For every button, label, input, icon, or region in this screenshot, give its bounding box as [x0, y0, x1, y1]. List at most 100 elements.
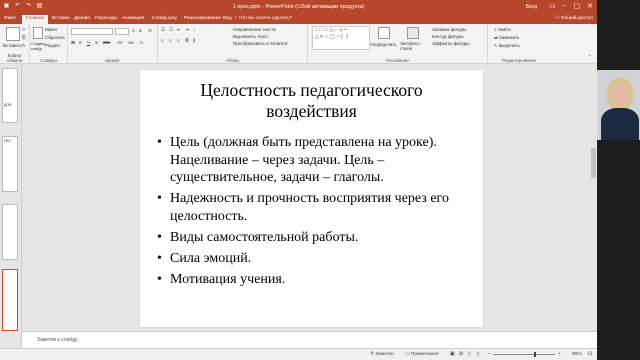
underline-icon[interactable]: Ч: [87, 40, 90, 45]
tab-file[interactable]: Файл: [4, 16, 16, 21]
slide-sorter-icon[interactable]: ⊞: [459, 352, 463, 357]
notes-toggle-button[interactable]: ≜ Заметки: [370, 352, 394, 357]
font-name-select[interactable]: [71, 28, 113, 35]
justify-icon[interactable]: ≣: [185, 38, 189, 44]
paste-icon[interactable]: [6, 27, 20, 41]
copy-icon[interactable]: ⎘: [22, 35, 26, 40]
align-center-icon[interactable]: ≡: [169, 38, 172, 43]
select-button[interactable]: ↖ Выделить: [494, 43, 520, 49]
title-bar: ▣ ↶ ↷ ▤ 1 през.pptx - PowerPoint (Сбой а…: [0, 0, 597, 14]
minimize-icon[interactable]: –: [563, 2, 567, 10]
find-button[interactable]: ⌕ Найти: [494, 27, 511, 32]
tab-animations[interactable]: Анимация: [122, 16, 145, 21]
reading-view-icon[interactable]: ▯: [468, 352, 471, 357]
arrange-button[interactable]: Упорядочить: [370, 42, 397, 47]
current-slide[interactable]: Целостность педагогического воздействия …: [140, 70, 483, 327]
clear-format-icon[interactable]: A̸: [148, 28, 151, 33]
share-button[interactable]: ⚇ Общий доступ: [555, 16, 593, 21]
share-area: ⚇ Общий доступ: [555, 16, 593, 21]
shadow-icon[interactable]: S: [95, 40, 98, 45]
bold-icon[interactable]: Ж: [71, 40, 75, 45]
shape-effects-button[interactable]: Эффекты фигуры: [432, 41, 470, 46]
comments-label: Примечания: [410, 352, 439, 357]
tab-slideshow[interactable]: Слайд-шоу: [152, 16, 177, 21]
arrange-icon[interactable]: [378, 27, 390, 39]
notes-pane[interactable]: Заметки к слайду: [22, 331, 597, 348]
zoom-in-icon[interactable]: +: [558, 352, 561, 357]
ribbon-home: Вставить ✂ ⎘ ✎ Буфер обмена Создать слай…: [0, 24, 597, 64]
columns-icon[interactable]: ⫼: [193, 38, 195, 43]
tab-design[interactable]: Дизайн: [74, 16, 90, 21]
slide-bullet-list[interactable]: Цель (должная быть представлена на уроке…: [157, 134, 467, 292]
align-text-button[interactable]: Выровнять текст: [233, 34, 268, 39]
slide-thumbnail[interactable]: [2, 204, 18, 260]
cut-icon[interactable]: ✂: [22, 27, 26, 33]
thumbnail-text: ПЕС: [4, 139, 12, 143]
ribbon-display-icon[interactable]: ▭: [549, 2, 556, 10]
quick-styles-button[interactable]: Экспресс-стили: [400, 41, 426, 52]
new-slide-button[interactable]: Создать слайд: [31, 42, 45, 51]
webcam-overlay: [597, 0, 640, 360]
tab-transitions[interactable]: Переходы: [95, 16, 118, 21]
new-slide-icon[interactable]: [33, 27, 43, 39]
slide-thumbnail-active[interactable]: [2, 269, 18, 331]
tab-home[interactable]: Главная: [22, 15, 49, 24]
tell-me-search[interactable]: ♀ Что вы хотите сделать?: [234, 16, 292, 21]
collapse-ribbon-icon[interactable]: ⌃: [588, 54, 592, 60]
replace-label: Заменить: [499, 35, 520, 40]
slide-thumbnail[interactable]: ПЕС: [2, 136, 18, 192]
reset-button[interactable]: Сбросить: [45, 35, 65, 40]
bullet-item: Мотивация учения.: [157, 271, 467, 289]
slideshow-view-icon[interactable]: ▷: [477, 352, 481, 357]
window-title: 1 през.pptx - PowerPoint (Сбой активации…: [232, 4, 365, 10]
shrink-font-icon[interactable]: a: [139, 28, 142, 33]
line-spacing-icon[interactable]: ↕: [193, 27, 195, 32]
format-painter-icon[interactable]: ✎: [22, 43, 26, 49]
decrease-indent-icon[interactable]: ⇤: [177, 27, 181, 33]
shape-outline-button[interactable]: Контур фигуры: [432, 34, 463, 39]
drawing-group: ▭○▱△⌐↘⇨ △⟡☆◯⌒{ } Упорядочить Экспресс-сти…: [308, 24, 488, 64]
vertical-scrollbar[interactable]: [590, 64, 597, 331]
fit-slide-icon[interactable]: ⊡: [588, 352, 592, 357]
shape-fill-button[interactable]: Заливка фигуры: [432, 27, 466, 32]
normal-view-icon[interactable]: ▣: [450, 352, 455, 357]
tab-insert[interactable]: Вставка: [52, 16, 70, 21]
shapes-gallery[interactable]: ▭○▱△⌐↘⇨ △⟡☆◯⌒{ }: [312, 26, 370, 50]
notes-placeholder: Заметки к слайду: [37, 337, 78, 343]
login-link[interactable]: Вход: [526, 4, 537, 10]
bullets-icon[interactable]: ☰: [161, 27, 165, 33]
section-button[interactable]: Раздел: [45, 43, 60, 48]
zoom-slider[interactable]: [493, 354, 555, 355]
clipboard-group: Вставить ✂ ⎘ ✎ Буфер обмена: [0, 24, 30, 64]
numbering-icon[interactable]: ☷: [169, 27, 173, 33]
layout-button[interactable]: Макет: [45, 27, 58, 32]
replace-button[interactable]: ⇄ Заменить: [494, 35, 519, 41]
close-icon[interactable]: ✕: [587, 2, 593, 10]
slide-title[interactable]: Целостность педагогического воздействия: [160, 80, 463, 122]
convert-smartart-button[interactable]: Преобразовать в SmartArt: [233, 41, 288, 46]
zoom-slider-knob[interactable]: [534, 352, 536, 357]
font-color-icon[interactable]: A: [140, 40, 143, 45]
text-direction-button[interactable]: Направление текста: [233, 27, 276, 32]
align-right-icon[interactable]: ≡: [177, 38, 180, 43]
comments-button[interactable]: ▭ Примечания: [405, 352, 439, 357]
italic-icon[interactable]: К: [79, 40, 82, 45]
powerpoint-window: ▣ ↶ ↷ ▤ 1 през.pptx - PowerPoint (Сбой а…: [0, 0, 597, 360]
char-spacing-icon[interactable]: AV: [117, 40, 123, 45]
quick-styles-icon[interactable]: [407, 27, 419, 39]
grow-font-icon[interactable]: A: [132, 28, 135, 33]
tab-review[interactable]: Рецензирование: [184, 16, 221, 21]
zoom-level[interactable]: 98%: [572, 352, 582, 357]
scrollbar-thumb[interactable]: [591, 148, 596, 178]
tab-view[interactable]: Вид: [223, 16, 232, 21]
slides-group-label: Слайды: [40, 58, 57, 63]
slide-thumbnail[interactable]: ДОВ: [2, 68, 18, 123]
increase-indent-icon[interactable]: ⇥: [185, 27, 189, 33]
align-left-icon[interactable]: ≡: [161, 38, 164, 43]
paste-button[interactable]: Вставить: [3, 43, 22, 48]
strikethrough-icon[interactable]: abc: [103, 40, 110, 45]
change-case-icon[interactable]: Aa: [128, 40, 134, 45]
zoom-out-icon[interactable]: −: [488, 352, 491, 357]
maximize-icon[interactable]: ▢: [574, 2, 581, 10]
font-size-select[interactable]: [115, 28, 129, 35]
